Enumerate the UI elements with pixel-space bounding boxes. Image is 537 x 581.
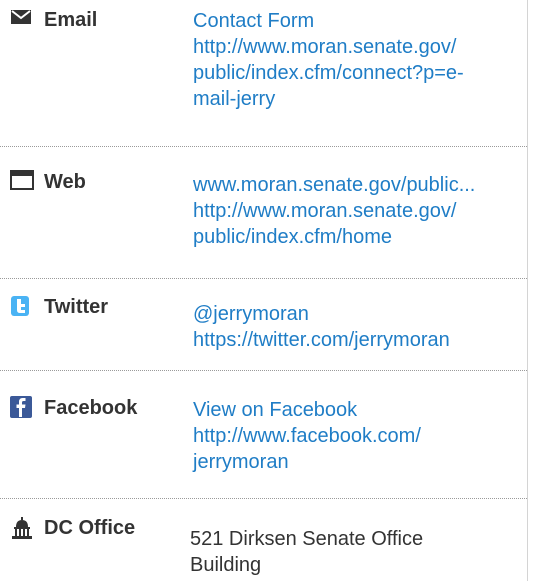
twitter-heading: Twitter bbox=[10, 295, 108, 319]
email-heading: Email bbox=[10, 8, 97, 32]
address-line-1: 521 Dirksen Senate Office bbox=[190, 528, 424, 550]
facebook-url-line-1[interactable]: http://www.facebook.com/ bbox=[193, 423, 421, 449]
web-values: www.moran.senate.gov/public... http://ww… bbox=[193, 172, 475, 250]
envelope-icon bbox=[10, 8, 36, 32]
separator bbox=[0, 370, 527, 371]
facebook-heading: Facebook bbox=[10, 396, 137, 420]
web-url-line-2[interactable]: public/index.cfm/home bbox=[193, 224, 475, 250]
contact-form-link[interactable]: Contact Form bbox=[193, 8, 464, 34]
dc-office-heading: DC Office bbox=[10, 516, 135, 540]
dc-office-label: DC Office bbox=[44, 517, 136, 539]
address-line-2: Building bbox=[190, 554, 262, 576]
email-url-line-2[interactable]: public/index.cfm/connect?p=e- bbox=[193, 60, 464, 86]
view-on-facebook-link[interactable]: View on Facebook bbox=[193, 397, 421, 423]
separator bbox=[0, 146, 527, 147]
website-link[interactable]: www.moran.senate.gov/public... bbox=[193, 172, 475, 198]
browser-window-icon bbox=[10, 170, 36, 194]
web-heading: Web bbox=[10, 170, 86, 194]
email-label: Email bbox=[44, 9, 98, 31]
email-url-line-1[interactable]: http://www.moran.senate.gov/ bbox=[193, 34, 464, 60]
email-values: Contact Form http://www.moran.senate.gov… bbox=[193, 8, 464, 112]
twitter-icon bbox=[10, 295, 36, 319]
facebook-label: Facebook bbox=[44, 397, 138, 419]
facebook-values: View on Facebook http://www.facebook.com… bbox=[193, 397, 421, 475]
web-label: Web bbox=[44, 171, 86, 193]
separator bbox=[0, 498, 527, 499]
facebook-icon bbox=[10, 396, 36, 420]
web-url-line-1[interactable]: http://www.moran.senate.gov/ bbox=[193, 198, 475, 224]
capitol-building-icon bbox=[10, 516, 36, 540]
twitter-url-link[interactable]: https://twitter.com/jerrymoran bbox=[193, 327, 450, 353]
twitter-values: @jerrymoran https://twitter.com/jerrymor… bbox=[193, 301, 450, 353]
email-url-line-3[interactable]: mail-jerry bbox=[193, 86, 464, 112]
twitter-handle-link[interactable]: @jerrymoran bbox=[193, 301, 450, 327]
facebook-url-line-2[interactable]: jerrymoran bbox=[193, 449, 421, 475]
dc-office-address: 521 Dirksen Senate Office Building bbox=[190, 526, 423, 578]
separator bbox=[0, 278, 527, 279]
right-border-rule bbox=[527, 0, 528, 581]
twitter-label: Twitter bbox=[44, 296, 109, 318]
